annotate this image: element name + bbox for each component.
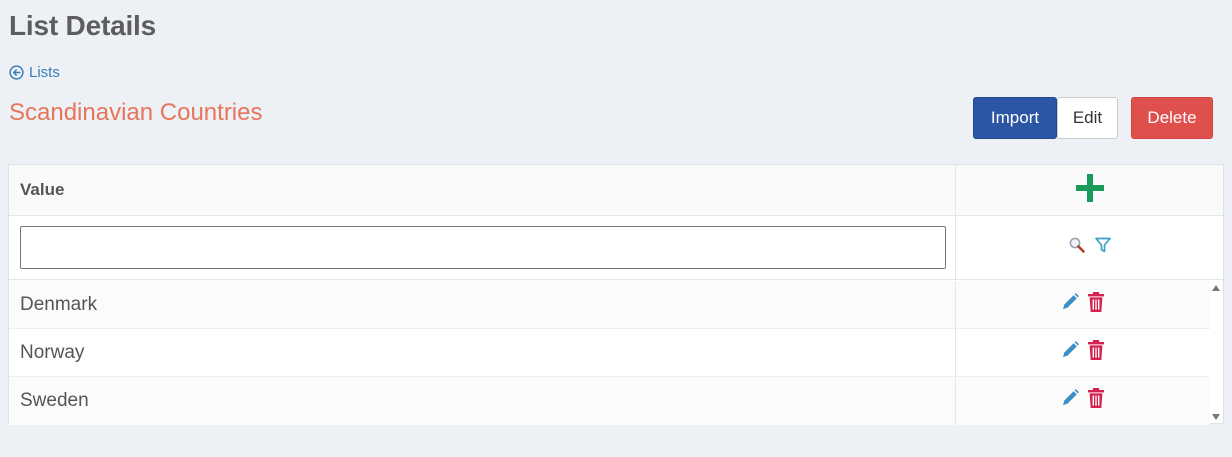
row-value: Sweden: [9, 377, 956, 425]
scroll-up-arrow-icon[interactable]: [1212, 285, 1220, 291]
grid-scrollbar[interactable]: [1209, 281, 1223, 424]
table-row: Norway: [9, 329, 1210, 377]
arrow-circle-left-icon: [9, 65, 24, 80]
add-value-button[interactable]: [956, 165, 1223, 215]
grid-header-row: Value: [9, 165, 1223, 216]
row-actions: [956, 329, 1210, 376]
row-value: Norway: [9, 329, 956, 376]
page-title: List Details: [9, 10, 156, 41]
import-button[interactable]: Import: [973, 97, 1057, 139]
row-actions: [956, 377, 1210, 425]
back-to-lists-link[interactable]: Lists: [9, 64, 60, 81]
pencil-icon[interactable]: [1060, 292, 1080, 318]
search-icon[interactable]: [1068, 236, 1086, 259]
row-actions: [956, 281, 1210, 328]
column-header-value: Value: [9, 165, 956, 215]
trash-icon[interactable]: [1086, 387, 1106, 415]
row-value: Denmark: [9, 281, 956, 328]
trash-icon[interactable]: [1086, 339, 1106, 367]
list-details-page: List Details Lists Scandinavian Countrie…: [0, 0, 1232, 457]
edit-button[interactable]: Edit: [1057, 97, 1118, 139]
filter-actions: [956, 216, 1223, 279]
value-filter-input[interactable]: [20, 226, 946, 269]
back-link-label: Lists: [29, 64, 60, 81]
grid-filter-row: [9, 216, 1223, 280]
list-name: Scandinavian Countries: [9, 99, 263, 126]
filter-cell: [9, 216, 956, 279]
filter-icon[interactable]: [1094, 236, 1112, 259]
table-row: Sweden: [9, 377, 1210, 425]
plus-icon: [1074, 172, 1106, 209]
values-grid: Value Denmark Norway Sweden: [8, 164, 1224, 425]
trash-icon[interactable]: [1086, 291, 1106, 319]
table-row: Denmark: [9, 281, 1210, 329]
delete-button[interactable]: Delete: [1131, 97, 1213, 139]
pencil-icon[interactable]: [1060, 340, 1080, 366]
scroll-down-arrow-icon[interactable]: [1212, 414, 1220, 420]
pencil-icon[interactable]: [1060, 388, 1080, 414]
